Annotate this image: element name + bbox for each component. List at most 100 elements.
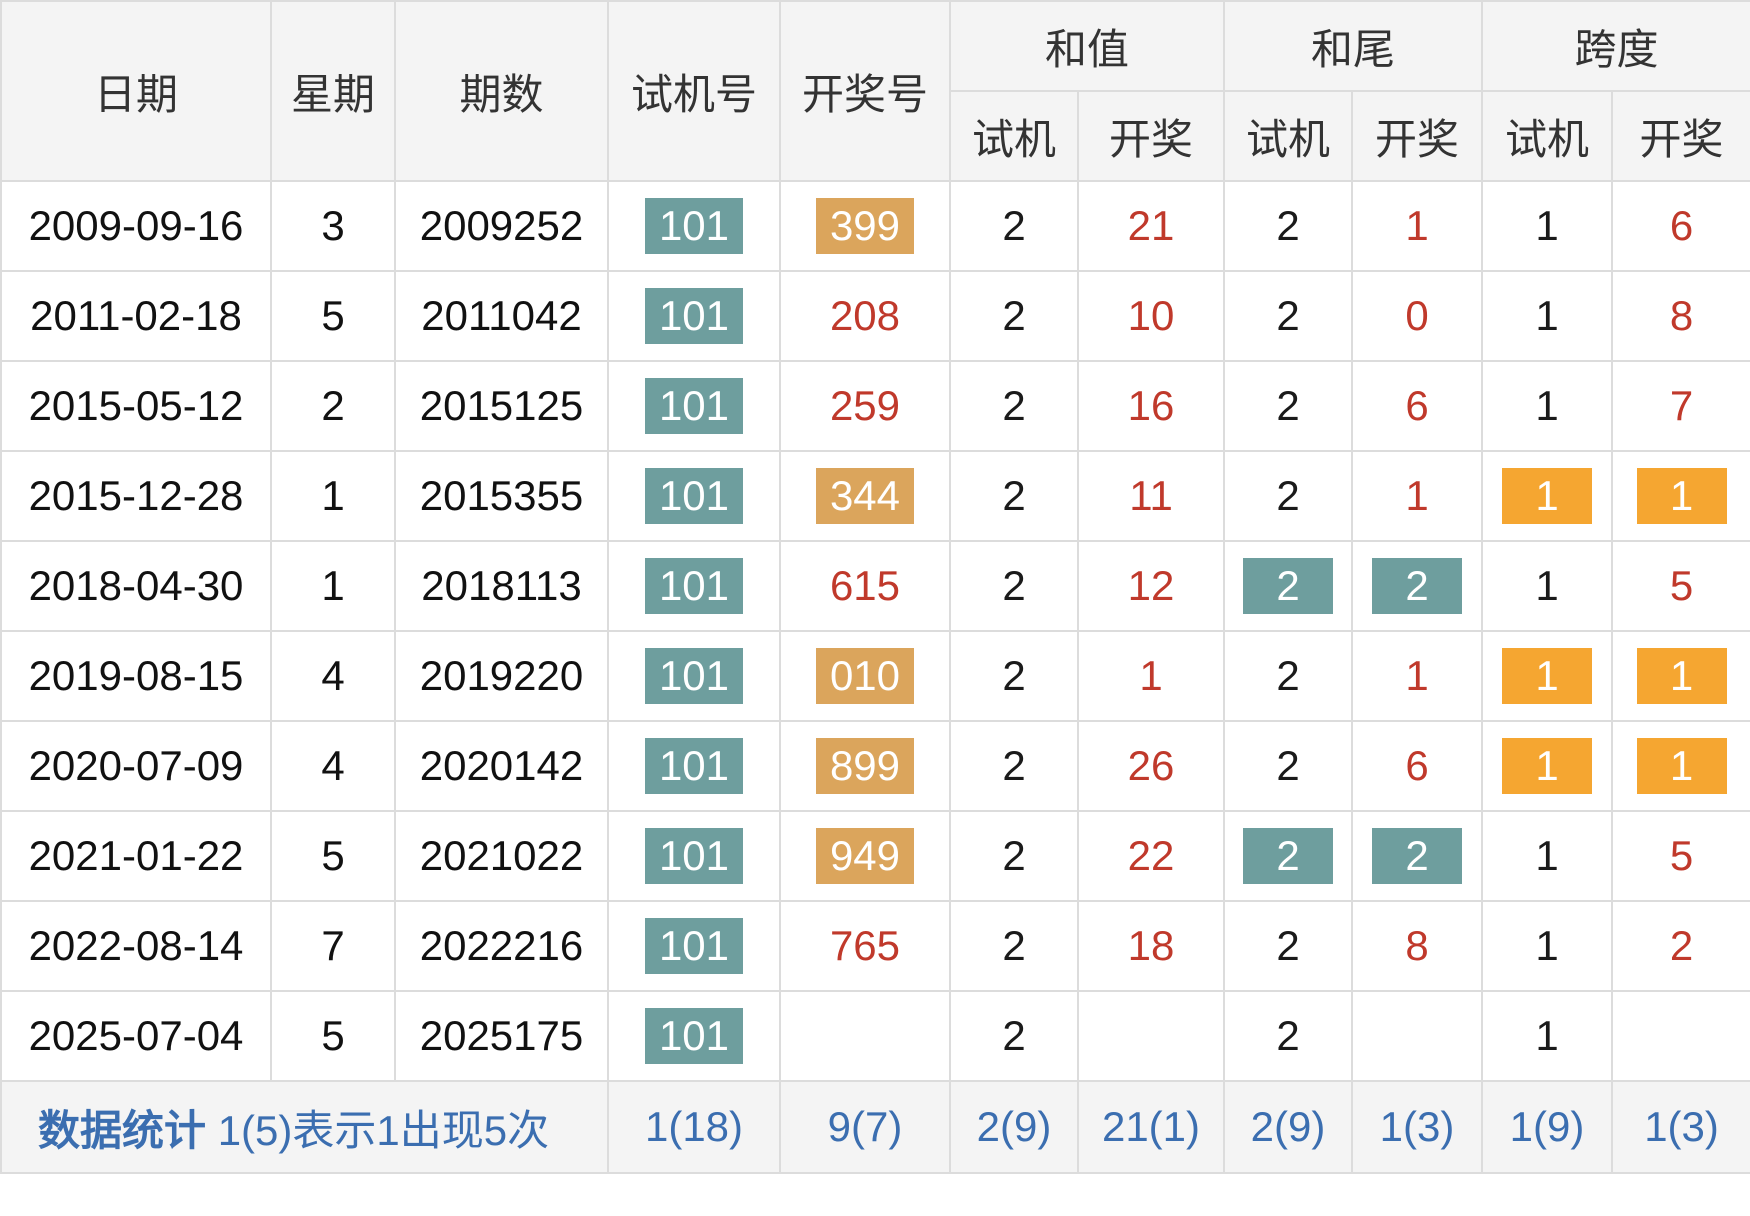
table-row: 2022-08-14 7 2022216 101 765 2 18 2 8 1 … [0, 900, 1750, 992]
header-sum-draw: 开奖 [1076, 90, 1226, 182]
cell-sum-draw: 1 [1076, 630, 1226, 722]
draw-number-badge: 010 [816, 648, 914, 704]
stats-label-cell: 数据统计 1(5)表示1出现5次 [0, 1080, 609, 1174]
cell-tail-test: 2 [1223, 270, 1354, 362]
cell-sum-test: 2 [949, 180, 1079, 272]
cell-test: 101 [607, 540, 781, 632]
header-week: 星期 [270, 0, 396, 182]
cell-test: 101 [607, 360, 781, 452]
cell-issue: 2025175 [394, 990, 609, 1082]
cell-test: 101 [607, 720, 781, 812]
cell-date: 2025-07-04 [0, 990, 272, 1082]
stat-span-draw: 1(3) [1611, 1080, 1750, 1174]
cell-issue: 2009252 [394, 180, 609, 272]
draw-number-badge: 399 [816, 198, 914, 254]
draw-number-badge: 344 [816, 468, 914, 524]
cell-issue: 2015355 [394, 450, 609, 542]
cell-draw: 399 [779, 180, 951, 272]
cell-week: 1 [270, 540, 396, 632]
table-row: 2009-09-16 3 2009252 101 399 2 21 2 1 1 … [0, 180, 1750, 272]
cell-date: 2020-07-09 [0, 720, 272, 812]
cell-span-test: 1 [1481, 900, 1614, 992]
cell-test: 101 [607, 270, 781, 362]
cell-sum-test: 2 [949, 630, 1079, 722]
cell-sum-draw: 16 [1076, 360, 1226, 452]
tail-test-badge: 2 [1243, 828, 1334, 884]
cell-draw: 899 [779, 720, 951, 812]
cell-draw: 208 [779, 270, 951, 362]
cell-tail-test: 2 [1223, 180, 1354, 272]
cell-test: 101 [607, 450, 781, 542]
cell-tail-test: 2 [1223, 720, 1354, 812]
cell-draw: 949 [779, 810, 951, 902]
cell-sum-draw: 18 [1076, 900, 1226, 992]
header-span-test: 试机 [1481, 90, 1614, 182]
cell-span-draw: 5 [1611, 810, 1750, 902]
stats-title: 数据统计 [38, 1106, 207, 1154]
cell-sum-test: 2 [949, 990, 1079, 1082]
stats-footer: 数据统计 1(5)表示1出现5次 1(18) 9(7) 2(9) 21(1) 2… [0, 1080, 1750, 1174]
cell-tail-test: 2 [1223, 900, 1354, 992]
cell-week: 3 [270, 180, 396, 272]
cell-span-draw [1611, 990, 1750, 1082]
cell-tail-draw: 2 [1351, 540, 1484, 632]
test-number-badge: 101 [645, 1008, 743, 1064]
cell-tail-test: 2 [1223, 630, 1354, 722]
cell-sum-test: 2 [949, 540, 1079, 632]
cell-tail-draw: 6 [1351, 720, 1484, 812]
cell-week: 5 [270, 990, 396, 1082]
test-number-badge: 101 [645, 198, 743, 254]
cell-week: 7 [270, 900, 396, 992]
cell-tail-draw: 8 [1351, 900, 1484, 992]
header-tail-group: 和尾 [1223, 0, 1484, 92]
span-draw-badge: 1 [1636, 468, 1727, 524]
cell-sum-test: 2 [949, 810, 1079, 902]
cell-draw: 615 [779, 540, 951, 632]
cell-draw: 765 [779, 900, 951, 992]
cell-date: 2009-09-16 [0, 180, 272, 272]
header-tail-test: 试机 [1223, 90, 1354, 182]
tail-draw-badge: 2 [1372, 828, 1463, 884]
cell-test: 101 [607, 900, 781, 992]
cell-issue: 2015125 [394, 360, 609, 452]
cell-issue: 2011042 [394, 270, 609, 362]
cell-draw: 259 [779, 360, 951, 452]
header-span-draw: 开奖 [1611, 90, 1750, 182]
cell-span-draw: 7 [1611, 360, 1750, 452]
lottery-history-table: 日期 星期 期数 试机号 开奖号 和值 和尾 跨度 试机 开奖 试机 开奖 试机… [0, 0, 1750, 1174]
cell-draw: 010 [779, 630, 951, 722]
cell-date: 2015-05-12 [0, 360, 272, 452]
stat-span-test: 1(9) [1481, 1080, 1614, 1174]
cell-span-test: 1 [1481, 540, 1614, 632]
stat-test: 1(18) [607, 1080, 781, 1174]
cell-week: 4 [270, 630, 396, 722]
header-sum-group: 和值 [948, 0, 1226, 92]
cell-sum-draw: 12 [1076, 540, 1226, 632]
span-test-badge: 1 [1502, 468, 1593, 524]
header-test-number: 试机号 [607, 0, 781, 182]
cell-tail-test: 2 [1223, 810, 1354, 902]
draw-number-badge: 899 [816, 738, 914, 794]
cell-test: 101 [607, 180, 781, 272]
cell-week: 5 [270, 270, 396, 362]
cell-sum-draw [1076, 990, 1226, 1082]
test-number-badge: 101 [645, 378, 743, 434]
cell-span-draw: 8 [1611, 270, 1750, 362]
tail-draw-badge: 2 [1372, 558, 1463, 614]
cell-date: 2011-02-18 [0, 270, 272, 362]
span-draw-badge: 1 [1636, 738, 1727, 794]
cell-issue: 2019220 [394, 630, 609, 722]
stats-note: 1(5)表示1出现5次 [217, 1106, 550, 1154]
cell-sum-draw: 10 [1076, 270, 1226, 362]
cell-date: 2021-01-22 [0, 810, 272, 902]
stat-sum-test: 2(9) [949, 1080, 1079, 1174]
cell-span-draw: 6 [1611, 180, 1750, 272]
cell-test: 101 [607, 810, 781, 902]
header-span-group: 跨度 [1481, 0, 1750, 92]
cell-span-test: 1 [1481, 360, 1614, 452]
cell-sum-test: 2 [949, 720, 1079, 812]
cell-issue: 2022216 [394, 900, 609, 992]
cell-issue: 2020142 [394, 720, 609, 812]
cell-draw: 344 [779, 450, 951, 542]
cell-tail-draw: 1 [1351, 630, 1484, 722]
